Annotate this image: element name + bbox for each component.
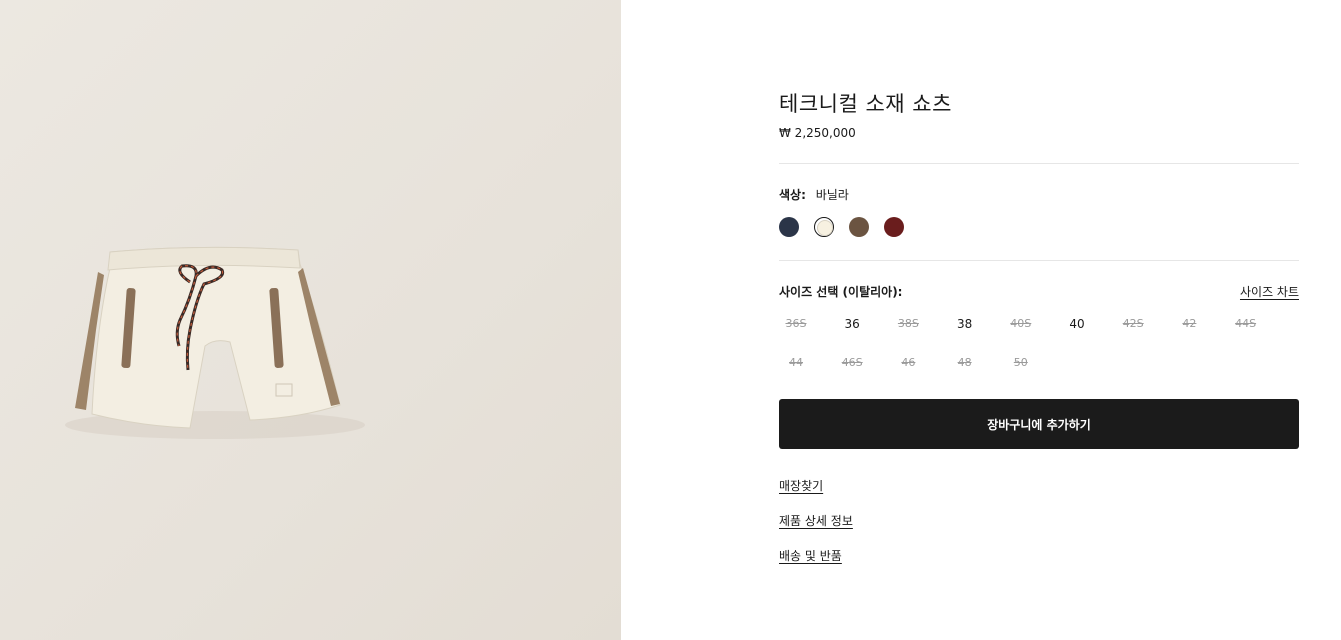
size-option[interactable]: 46 <box>890 356 926 369</box>
product-image <box>0 0 621 640</box>
size-option[interactable]: 46S <box>834 356 870 369</box>
divider <box>779 163 1299 164</box>
color-swatch[interactable] <box>779 217 799 237</box>
shipping-returns-link[interactable]: 배송 및 반품 <box>779 547 842 564</box>
color-swatch-fill <box>817 220 833 236</box>
size-option[interactable]: 44 <box>778 356 814 369</box>
size-option[interactable]: 44S <box>1228 317 1264 330</box>
store-locator-link[interactable]: 매장찾기 <box>779 477 823 494</box>
product-details-link[interactable]: 제품 상세 정보 <box>779 512 853 529</box>
size-option[interactable]: 38S <box>890 317 926 330</box>
size-option[interactable]: 42 <box>1171 317 1207 330</box>
size-option[interactable]: 40 <box>1059 317 1095 331</box>
divider <box>779 260 1299 261</box>
size-option[interactable]: 36 <box>834 317 870 331</box>
product-title: 테크니컬 소재 쇼츠 <box>779 92 952 116</box>
size-option[interactable]: 42S <box>1115 317 1151 330</box>
color-label: 색상: <box>779 188 806 202</box>
size-option[interactable]: 40S <box>1003 317 1039 330</box>
product-price: ₩ 2,250,000 <box>779 126 856 140</box>
size-option[interactable]: 50 <box>1003 356 1039 369</box>
size-label: 사이즈 선택 (이탈리아): <box>779 285 903 299</box>
size-option[interactable]: 38 <box>947 317 983 331</box>
size-option[interactable]: 48 <box>947 356 983 369</box>
color-label-row: 색상: 바닐라 <box>779 186 849 203</box>
color-selected-name: 바닐라 <box>815 188 849 202</box>
color-swatch[interactable] <box>814 217 834 237</box>
size-option[interactable]: 36S <box>778 317 814 330</box>
color-swatch[interactable] <box>849 217 869 237</box>
color-swatch[interactable] <box>884 217 904 237</box>
add-to-cart-button[interactable]: 장바구니에 추가하기 <box>779 399 1299 449</box>
shorts-illustration <box>65 246 365 439</box>
size-chart-link[interactable]: 사이즈 차트 <box>1240 283 1299 300</box>
